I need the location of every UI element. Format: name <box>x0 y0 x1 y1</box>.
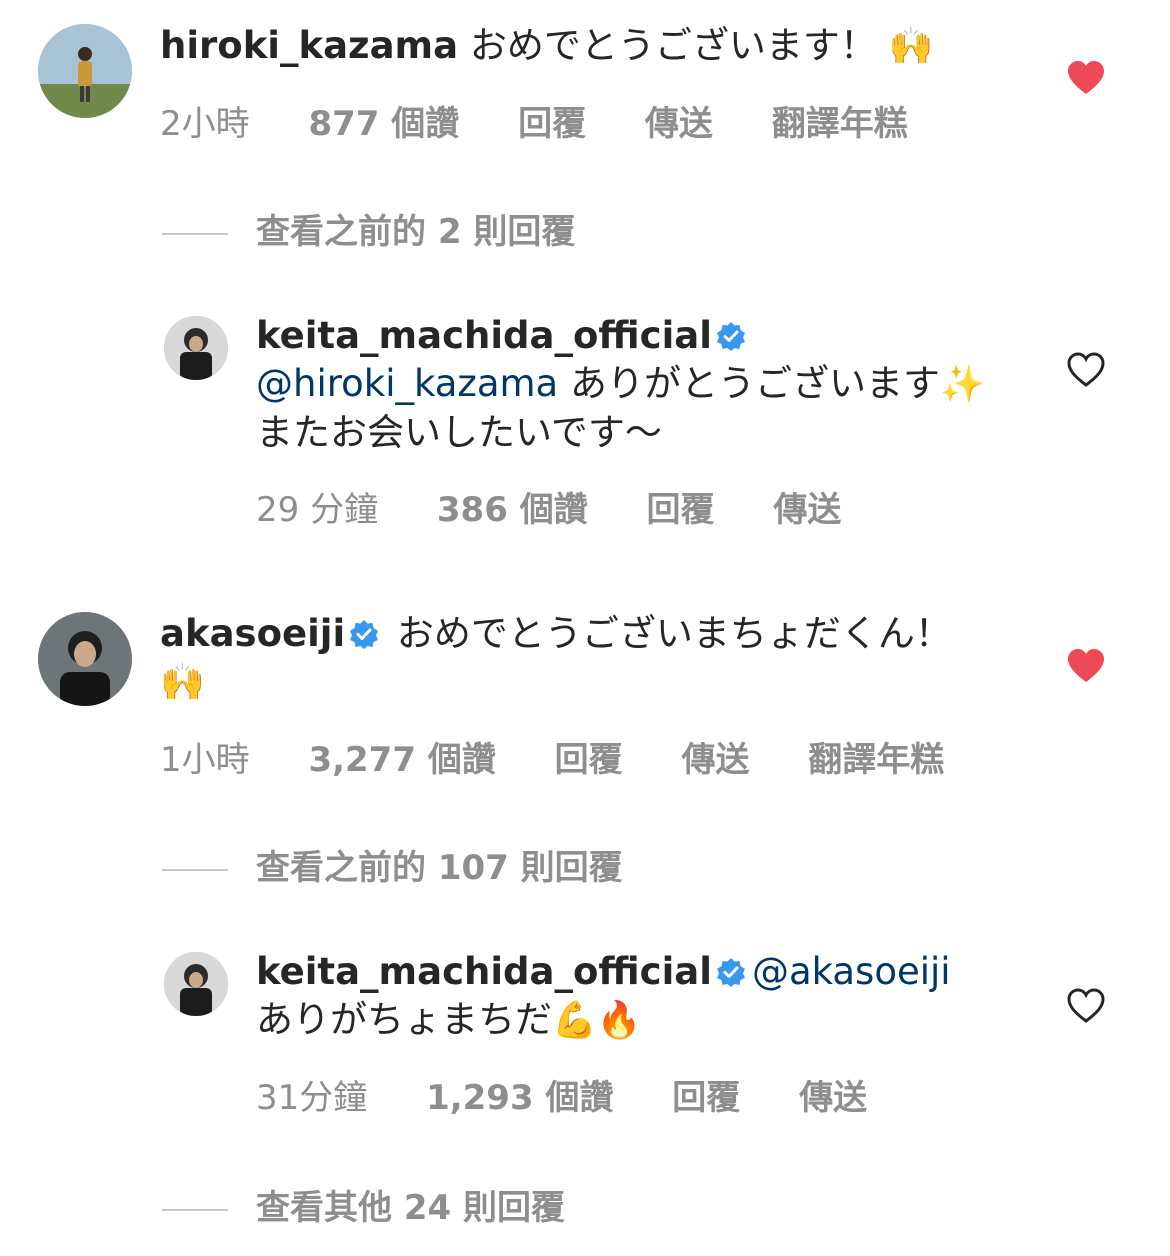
reply-button[interactable]: 回覆 <box>647 490 715 530</box>
send-button[interactable]: 傳送 <box>645 104 713 144</box>
comment-meta: 2小時 877 個讚 回覆 傳送 翻譯年糕 <box>160 96 956 145</box>
username[interactable]: hiroki_kazama <box>160 24 458 67</box>
comment-body: ありがちょまちだ <box>256 998 552 1041</box>
comment-meta: 31分鐘 1,293 個讚 回覆 傳送 <box>256 1070 915 1119</box>
avatar[interactable] <box>38 612 132 706</box>
avatar-photo <box>38 24 132 118</box>
likes-count[interactable]: 877 個讚 <box>308 104 459 144</box>
send-button[interactable]: 傳送 <box>681 740 749 780</box>
like-heart-icon[interactable] <box>1066 988 1106 1024</box>
reply-button[interactable]: 回覆 <box>672 1078 740 1118</box>
like-heart-icon[interactable] <box>1066 648 1106 684</box>
comment-body: おめでとうございまちょだくん！ <box>396 612 952 655</box>
timestamp: 2小時 <box>160 104 250 144</box>
divider-line <box>162 868 228 871</box>
flexed-biceps-emoji: 💪 <box>552 1000 597 1041</box>
comment-body-part-1: ありがとうございます <box>570 362 940 405</box>
divider-line <box>162 1208 228 1211</box>
view-replies-button[interactable]: 查看之前的 2 則回覆 <box>162 204 575 252</box>
likes-count[interactable]: 386 個讚 <box>437 490 588 530</box>
view-replies-button[interactable]: 查看其他 24 則回覆 <box>162 1180 565 1228</box>
fire-emoji: 🔥 <box>596 1000 642 1041</box>
timestamp: 29 分鐘 <box>256 490 379 530</box>
username[interactable]: akasoeiji <box>160 612 345 655</box>
mention-link[interactable]: @akasoeiji <box>752 950 951 993</box>
avatar-photo <box>164 952 228 1016</box>
verified-badge-icon <box>349 619 379 649</box>
comment-body-part-2: またお会いしたいです～ <box>256 411 662 454</box>
mention-link[interactable]: @hiroki_kazama <box>256 362 558 405</box>
reply-button[interactable]: 回覆 <box>518 104 586 144</box>
comment-text: akasoeiji おめでとうございまちょだくん！ 🙌 <box>160 610 980 707</box>
likes-count[interactable]: 3,277 個讚 <box>308 740 495 780</box>
translate-button[interactable]: 翻譯年糕 <box>772 104 908 144</box>
avatar[interactable] <box>38 24 132 118</box>
likes-count[interactable]: 1,293 個讚 <box>426 1078 613 1118</box>
send-button[interactable]: 傳送 <box>799 1078 867 1118</box>
username[interactable]: keita_machida_official <box>256 950 712 993</box>
timestamp: 1小時 <box>160 740 250 780</box>
verified-badge-icon <box>716 321 746 351</box>
comment-text: hiroki_kazama おめでとうございます！ 🙌 <box>160 22 1040 71</box>
raising-hands-emoji: 🙌 <box>160 662 205 703</box>
view-replies-label: 查看之前的 107 則回覆 <box>256 848 623 888</box>
raising-hands-emoji: 🙌 <box>888 26 934 67</box>
view-replies-label: 查看之前的 2 則回覆 <box>256 212 576 252</box>
comment-text: keita_machida_official @hiroki_kazama あり… <box>256 312 1016 457</box>
username[interactable]: keita_machida_official <box>256 314 712 357</box>
view-replies-label: 查看其他 24 則回覆 <box>256 1188 565 1228</box>
avatar[interactable] <box>164 316 228 380</box>
sparkles-emoji: ✨ <box>940 364 985 405</box>
comment-body: おめでとうございます！ <box>469 24 877 67</box>
send-button[interactable]: 傳送 <box>773 490 841 530</box>
like-heart-icon[interactable] <box>1066 352 1106 388</box>
like-heart-icon[interactable] <box>1066 60 1106 96</box>
translate-button[interactable]: 翻譯年糕 <box>808 740 944 780</box>
avatar-photo <box>38 612 132 706</box>
comment-text: keita_machida_official @akasoeiji ありがちょまち… <box>256 948 1046 1045</box>
divider-line <box>162 232 228 235</box>
comment-meta: 1小時 3,277 個讚 回覆 傳送 翻譯年糕 <box>160 732 992 781</box>
avatar[interactable] <box>164 952 228 1016</box>
comment-meta: 29 分鐘 386 個讚 回覆 傳送 <box>256 482 889 531</box>
avatar-photo <box>164 316 228 380</box>
verified-badge-icon <box>716 957 746 987</box>
reply-button[interactable]: 回覆 <box>555 740 623 780</box>
view-replies-button[interactable]: 查看之前的 107 則回覆 <box>162 840 623 888</box>
timestamp: 31分鐘 <box>256 1078 368 1118</box>
